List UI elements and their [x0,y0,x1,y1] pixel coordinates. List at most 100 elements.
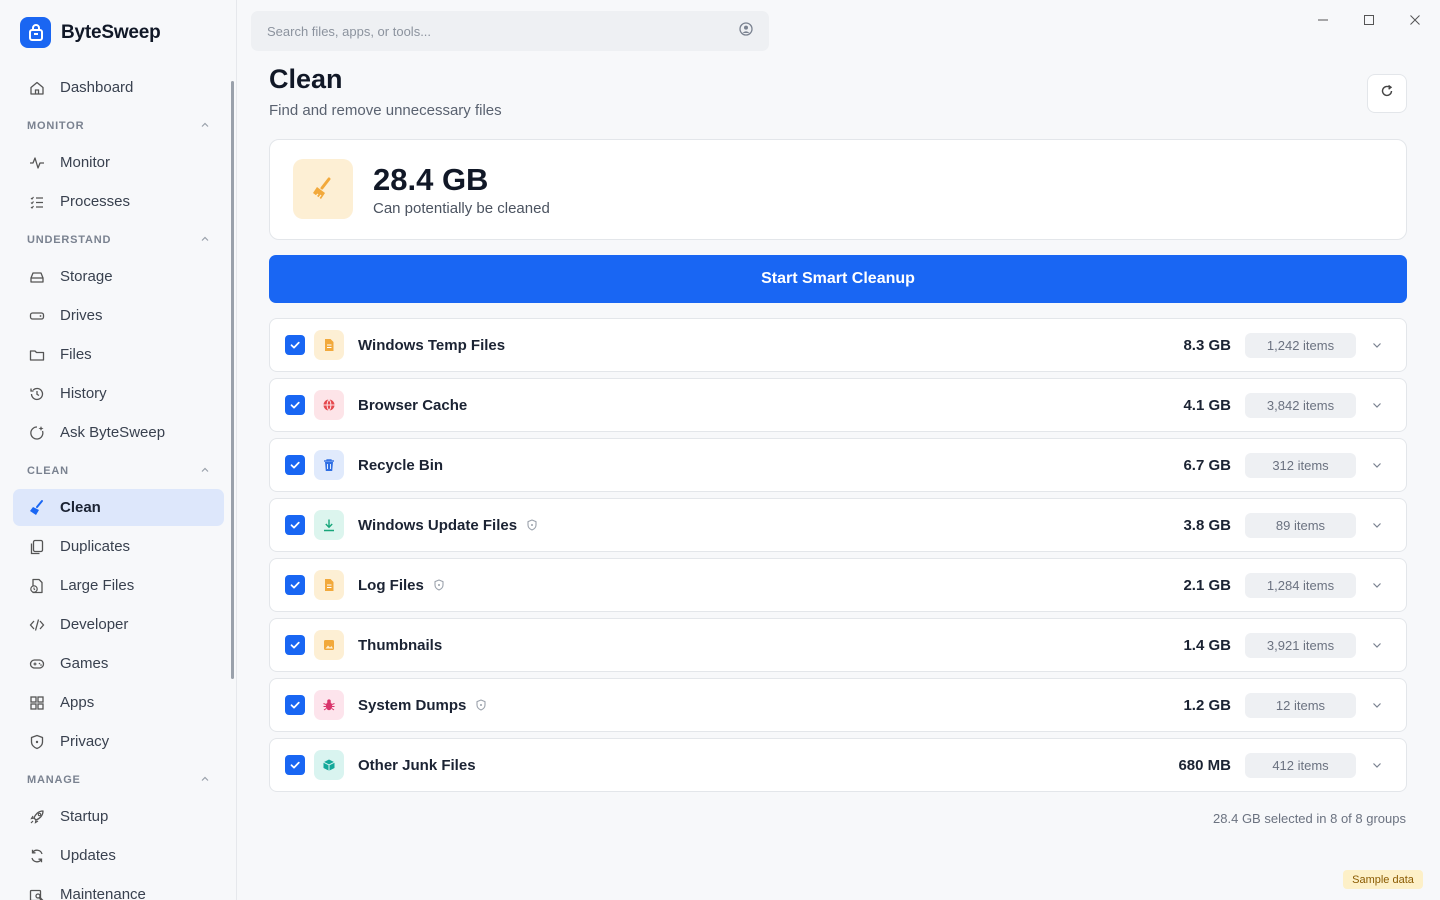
globe-icon [314,390,344,420]
protected-shield-icon [526,519,538,531]
sidebar-item-startup[interactable]: Startup [13,798,224,835]
user-circle-icon[interactable] [739,21,753,41]
download-icon [314,510,344,540]
sidebar-item-storage[interactable]: Storage [13,258,224,295]
drive-icon [27,306,47,326]
sidebar-item-developer[interactable]: Developer [13,606,224,643]
cleanable-size: 28.4 GB [373,162,489,197]
sidebar-item-label: Games [60,655,109,672]
group-item-count: 312 items [1245,452,1356,478]
group-name-text: Windows Temp Files [358,336,506,354]
page-title: Clean [269,64,343,94]
sidebar: ByteSweep Dashboard MONITOR Monitor Process… [0,0,237,900]
minimize-button[interactable] [1312,9,1334,31]
cleanable-description: Can potentially be cleaned [373,200,550,217]
cleanup-group-row[interactable]: Thumbnails 1.4 GB 3,921 items [269,618,1407,672]
cleanup-group-row[interactable]: Browser Cache 4.1 GB 3,842 items [269,378,1407,432]
sidebar-item-games[interactable]: Games [13,645,224,682]
sidebar-item-dashboard[interactable]: Dashboard [13,69,224,106]
cleanup-group-row[interactable]: Other Junk Files 680 MB 412 items [269,738,1407,792]
sidebar-item-large-files[interactable]: Large Files [13,567,224,604]
cleanup-group-row[interactable]: System Dumps 1.2 GB 12 items [269,678,1407,732]
group-item-count: 412 items [1245,752,1356,778]
group-name: Browser Cache [358,397,467,414]
sidebar-item-monitor[interactable]: Monitor [13,144,224,181]
sidebar-section-understand[interactable]: UNDERSTAND [13,222,224,258]
sidebar-item-apps[interactable]: Apps [13,684,224,721]
chevron-down-icon[interactable] [1369,397,1385,413]
chevron-down-icon[interactable] [1369,337,1385,353]
large-file-icon [27,576,47,596]
group-item-count: 12 items [1245,692,1356,718]
window-controls [1312,9,1426,31]
chevron-up-icon[interactable] [200,465,210,478]
group-checkbox[interactable] [285,395,305,415]
group-checkbox[interactable] [285,635,305,655]
sidebar-item-duplicates[interactable]: Duplicates [13,528,224,565]
cleanup-groups-list: Windows Temp Files 8.3 GB 1,242 items Brows… [269,318,1407,798]
group-checkbox[interactable] [285,575,305,595]
storage-icon [27,267,47,287]
group-name-text: Browser Cache [358,396,468,414]
group-name-text: Recycle Bin [358,456,444,474]
group-checkbox[interactable] [285,335,305,355]
sidebar-section-manage[interactable]: MANAGE [13,762,224,798]
chevron-down-icon[interactable] [1369,757,1385,773]
group-name: System Dumps [358,697,487,714]
sidebar-item-label: Monitor [60,154,111,171]
chevron-up-icon[interactable] [200,774,210,787]
chevron-up-icon[interactable] [200,234,210,247]
search-bar[interactable] [251,11,769,51]
chevron-up-icon[interactable] [200,120,210,133]
cleanup-group-row[interactable]: Recycle Bin 6.7 GB 312 items [269,438,1407,492]
start-smart-cleanup-button[interactable]: Start Smart Cleanup [269,255,1407,303]
sidebar-item-updates[interactable]: Updates [13,837,224,874]
sidebar-item-privacy[interactable]: Privacy [13,723,224,760]
group-size: 4.1 GB [1183,396,1231,414]
sidebar-item-label: Processes [60,193,131,210]
group-item-count: 1,242 items [1245,332,1356,358]
sidebar-section-title: UNDERSTAND [27,234,112,246]
close-button[interactable] [1404,9,1426,31]
group-checkbox[interactable] [285,515,305,535]
group-checkbox[interactable] [285,695,305,715]
broom-icon [293,159,353,219]
sidebar-section-title: MONITOR [27,120,85,132]
history-icon [27,384,47,404]
group-size: 680 MB [1178,756,1231,774]
search-input[interactable] [267,23,707,39]
sidebar-item-ask-bytesweep[interactable]: Ask ByteSweep [13,414,224,451]
sidebar-item-drives[interactable]: Drives [13,297,224,334]
rocket-icon [27,807,47,827]
sidebar-item-maintenance[interactable]: Maintenance [13,876,224,900]
group-name-text: Other Junk Files [358,756,476,774]
cleanup-group-row[interactable]: Windows Update Files 3.8 GB 89 items [269,498,1407,552]
group-item-count: 89 items [1245,512,1356,538]
sidebar-section-clean[interactable]: CLEAN [13,453,224,489]
sidebar-item-label: Apps [60,694,95,711]
chevron-down-icon[interactable] [1369,697,1385,713]
chevron-down-icon[interactable] [1369,637,1385,653]
code-icon [27,615,47,635]
group-name-text: Log Files [358,576,424,594]
group-checkbox[interactable] [285,455,305,475]
cleanup-group-row[interactable]: Log Files 2.1 GB 1,284 items [269,558,1407,612]
refresh-button[interactable] [1367,74,1407,113]
chevron-down-icon[interactable] [1369,457,1385,473]
brand[interactable]: ByteSweep [20,17,161,48]
sidebar-section-monitor[interactable]: MONITOR [13,108,224,144]
sidebar-item-files[interactable]: Files [13,336,224,373]
cleanup-group-row[interactable]: Windows Temp Files 8.3 GB 1,242 items [269,318,1407,372]
sidebar-item-label: Developer [60,616,129,633]
sidebar-item-label: Maintenance [60,886,146,900]
group-checkbox[interactable] [285,755,305,775]
chevron-down-icon[interactable] [1369,577,1385,593]
sidebar-item-history[interactable]: History [13,375,224,412]
maximize-button[interactable] [1358,9,1380,31]
box-icon [314,750,344,780]
sidebar-item-clean[interactable]: Clean [13,489,224,526]
sidebar-scrollbar[interactable] [231,81,234,679]
chevron-down-icon[interactable] [1369,517,1385,533]
sidebar-item-processes[interactable]: Processes [13,183,224,220]
home-icon [27,78,47,98]
